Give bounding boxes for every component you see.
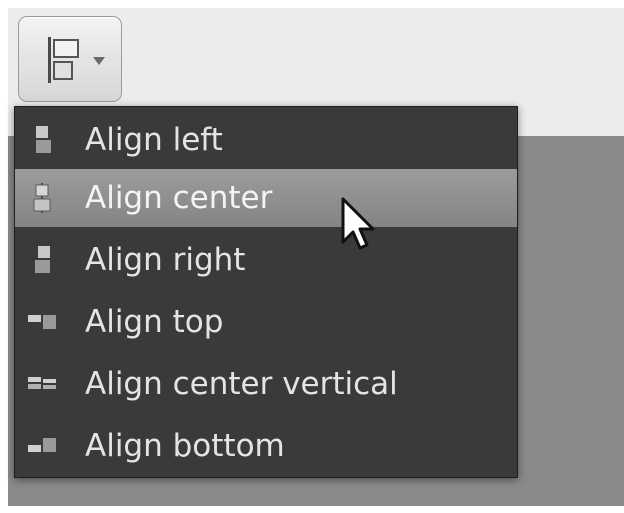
align-center-icon [33,183,51,213]
menu-item-align-top[interactable]: Align top [15,293,517,351]
chevron-down-icon [93,57,105,65]
align-left-icon [36,126,51,153]
align-center-vertical-icon [28,377,56,389]
align-dropdown-button[interactable] [18,16,122,102]
menu-item-label: Align bottom [85,428,285,464]
menu-item-label: Align left [85,122,223,158]
align-left-icon [48,37,79,83]
menu-item-align-center[interactable]: Align center [15,169,517,227]
mouse-pointer-icon [341,197,375,250]
align-top-icon [28,315,56,329]
align-menu: Align left Align center Align right Alig… [14,106,518,478]
menu-item-align-left[interactable]: Align left [15,111,517,169]
menu-item-label: Align center [85,180,273,216]
menu-item-align-bottom[interactable]: Align bottom [15,417,517,475]
application-window: Align left Align center Align right Alig… [0,0,624,513]
window-bottom-edge [0,506,624,513]
align-right-icon [35,246,50,273]
menu-item-align-right[interactable]: Align right [15,231,517,289]
menu-item-label: Align top [85,304,224,340]
menu-item-label: Align center vertical [85,366,398,402]
menu-item-label: Align right [85,242,246,278]
menu-item-align-center-vertical[interactable]: Align center vertical [15,355,517,413]
align-bottom-icon [28,438,56,452]
